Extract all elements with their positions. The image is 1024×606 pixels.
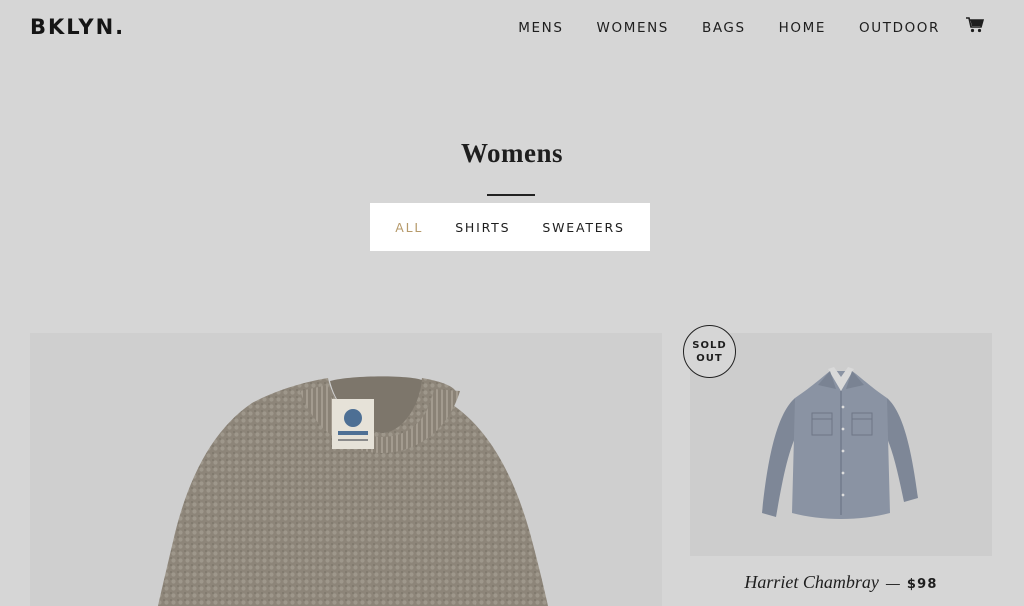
collection-title: Womens: [460, 138, 563, 168]
product-card-sweater[interactable]: [30, 333, 662, 606]
product-card-chambray[interactable]: [690, 333, 992, 556]
product-name[interactable]: Harriet Chambray: [744, 572, 879, 593]
site-header: BKLYN. MENS WOMENS BAGS HOME OUTDOOR: [0, 0, 1024, 60]
store-logo[interactable]: BKLYN.: [30, 15, 125, 39]
filter-shirts[interactable]: SHIRTS: [455, 220, 510, 235]
nav-item-outdoor[interactable]: OUTDOOR: [859, 20, 940, 36]
price-separator: —: [885, 575, 900, 591]
badge-line-1: SOLD: [692, 340, 727, 351]
product-caption[interactable]: Harriet Chambray — $98: [690, 572, 992, 593]
sold-out-badge: SOLD OUT: [683, 325, 736, 378]
knit-sweater-image[interactable]: [30, 333, 662, 606]
title-divider: [487, 194, 535, 196]
nav-item-mens[interactable]: MENS: [518, 20, 563, 36]
product-price: $98: [906, 577, 938, 592]
filter-sweaters[interactable]: SWEATERS: [542, 220, 624, 235]
nav-item-womens[interactable]: WOMENS: [597, 20, 669, 36]
main-nav: MENS WOMENS BAGS HOME OUTDOOR: [485, 17, 984, 36]
filter-all[interactable]: ALL: [395, 220, 423, 235]
filter-bar: ALL SHIRTS SWEATERS: [370, 203, 650, 251]
cart-icon[interactable]: [966, 17, 984, 33]
badge-line-2: OUT: [696, 353, 723, 364]
nav-item-home[interactable]: HOME: [779, 20, 826, 36]
chambray-shirt-image[interactable]: [690, 333, 992, 556]
nav-item-bags[interactable]: BAGS: [702, 20, 746, 36]
